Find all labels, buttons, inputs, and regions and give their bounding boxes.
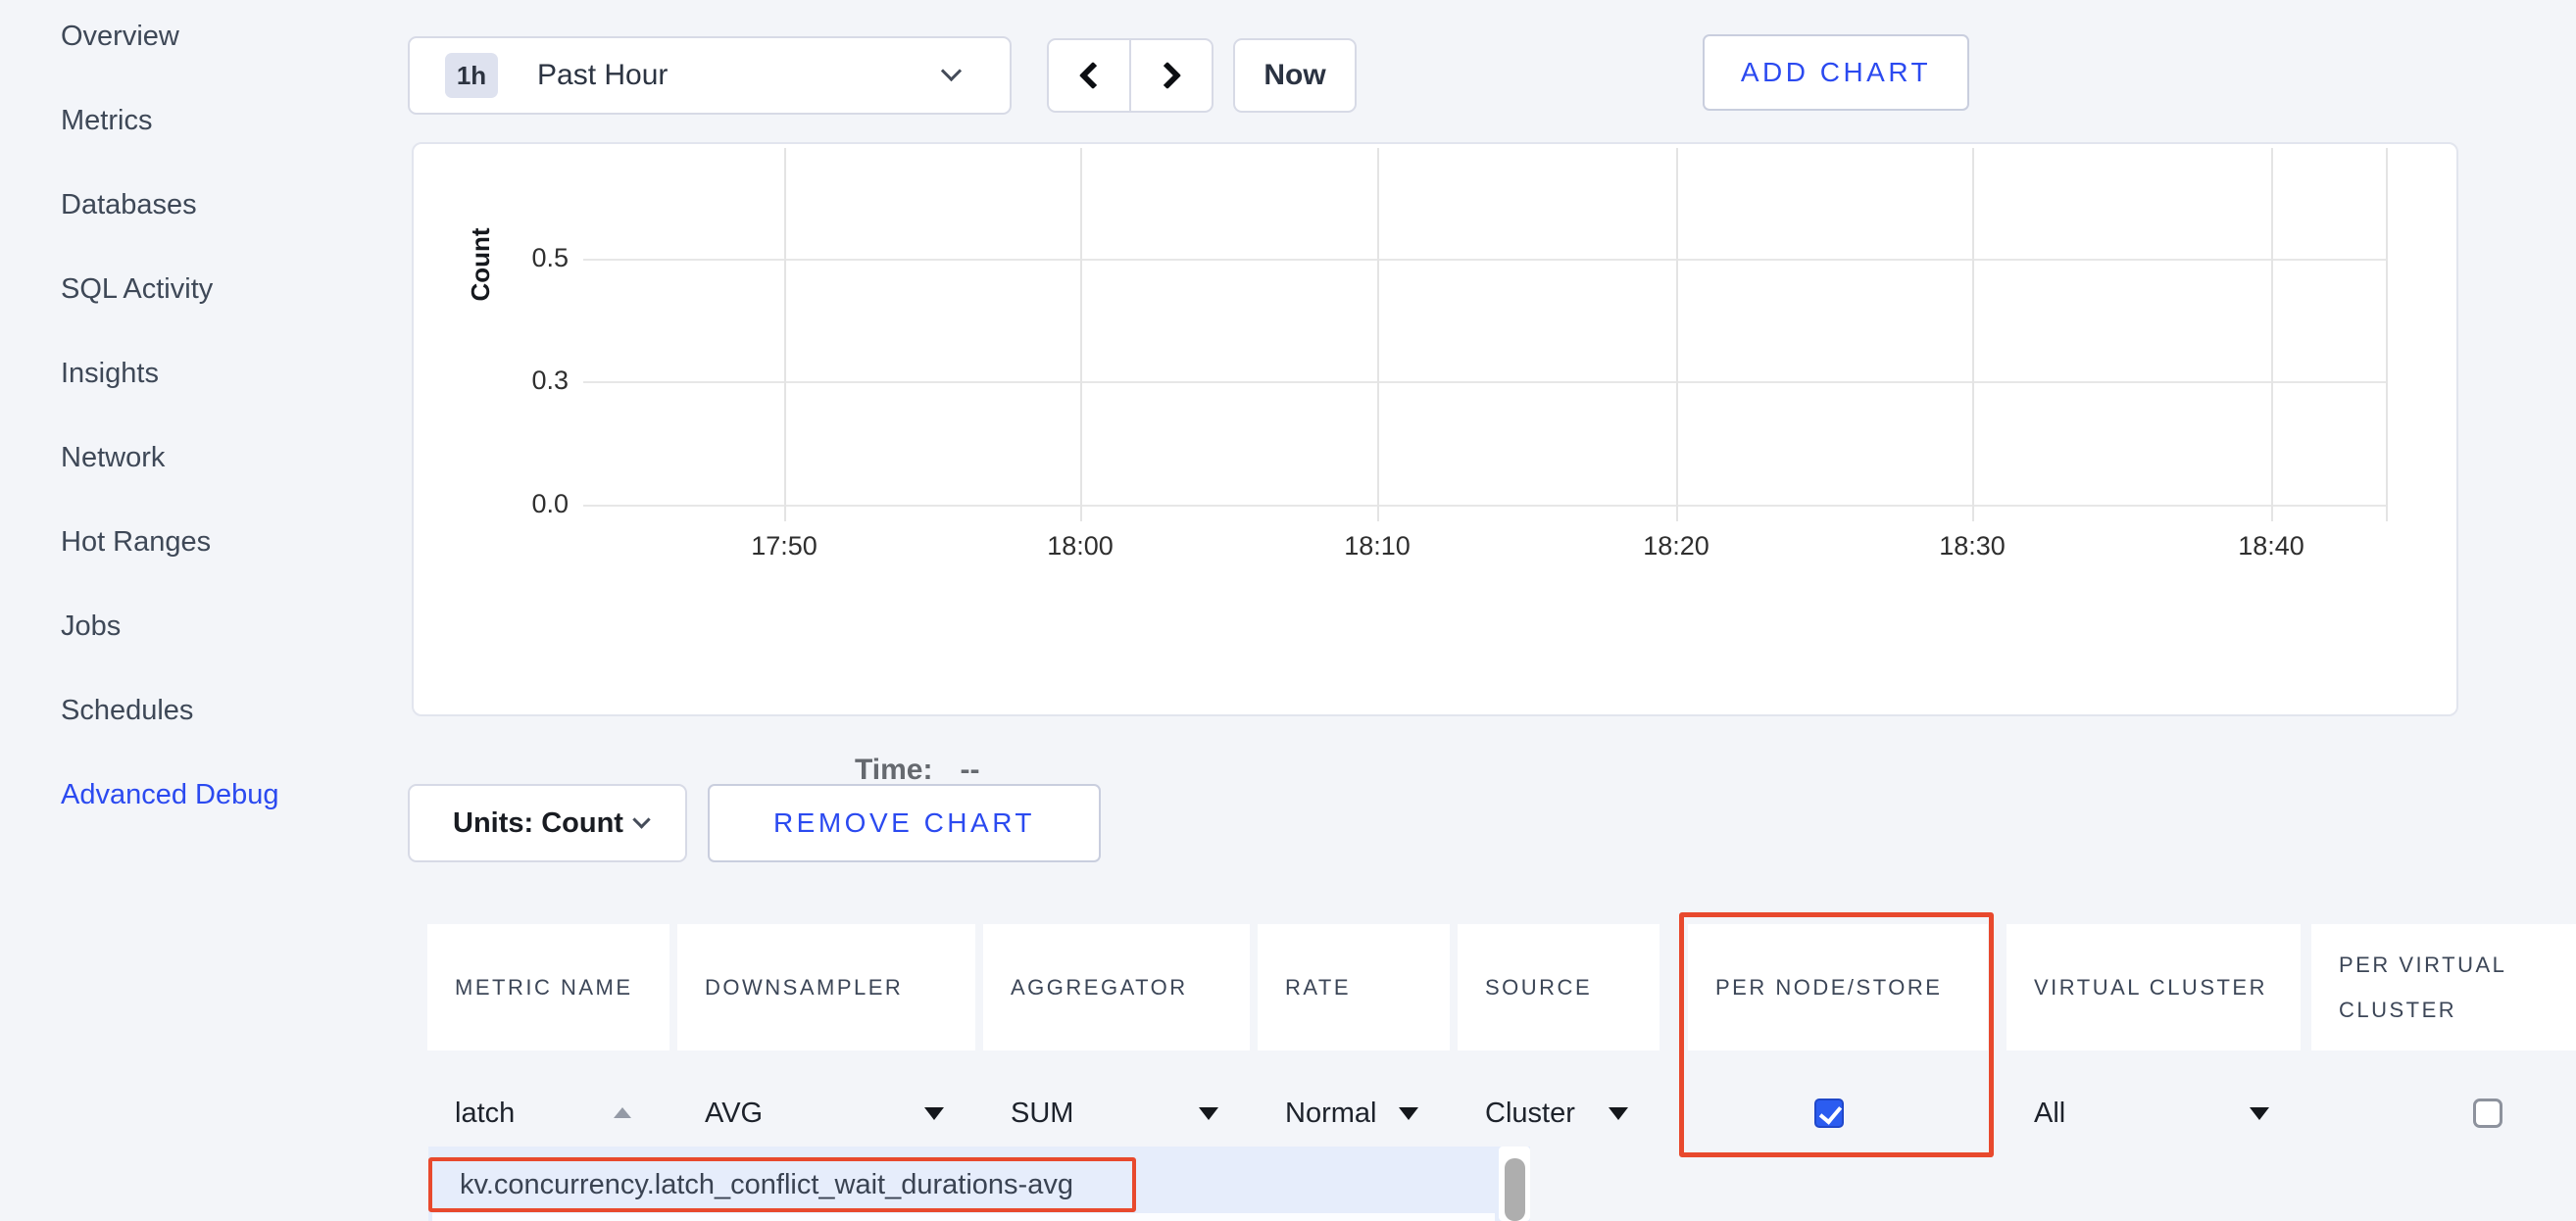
caret-down-icon xyxy=(924,1107,944,1120)
v-gridline xyxy=(1676,148,1678,521)
sidebar-item-metrics[interactable]: Metrics xyxy=(0,78,412,163)
time-range-selector[interactable]: 1h Past Hour xyxy=(408,36,1012,115)
chart-hover-time-label: Time: xyxy=(855,754,932,786)
column-header-virtual-cluster: VIRTUAL CLUSTER xyxy=(2006,924,2301,1050)
sidebar-item-sql-activity[interactable]: SQL Activity xyxy=(0,247,412,331)
virtual-cluster-dropdown[interactable]: All xyxy=(2006,1064,2301,1162)
units-dropdown-label: Units: Count xyxy=(453,807,623,840)
column-header-rate: RATE xyxy=(1258,924,1450,1050)
sidebar-item-overview[interactable]: Overview xyxy=(0,0,412,78)
column-header-metric-name: METRIC NAME xyxy=(427,924,669,1050)
prev-time-button[interactable] xyxy=(1049,40,1129,111)
metric-name-input[interactable]: latch xyxy=(455,1098,515,1130)
time-pager xyxy=(1047,38,1214,113)
v-gridline xyxy=(1972,148,1974,521)
dropdown-selected-value: All xyxy=(2034,1098,2065,1130)
chevron-right-icon xyxy=(1154,62,1181,89)
per-virtual-cluster-checkbox[interactable] xyxy=(2473,1099,2502,1128)
v-gridline xyxy=(1377,148,1379,521)
column-header-per-virtual-cluster: PER VIRTUAL CLUSTER xyxy=(2311,924,2576,1050)
chart-hover-time: Time: -- xyxy=(855,754,979,787)
y-axis-tick-label: 0.0 xyxy=(461,489,569,519)
chevron-down-icon xyxy=(941,61,962,81)
sidebar-item-databases[interactable]: Databases xyxy=(0,163,412,247)
x-axis-tick-label: 17:50 xyxy=(716,531,853,562)
sidebar-item-schedules[interactable]: Schedules xyxy=(0,668,412,753)
metric-autocomplete-dropdown: kv.concurrency.latch_conflict_wait_durat… xyxy=(428,1147,1530,1221)
time-range-badge: 1h xyxy=(445,53,498,98)
caret-up-icon xyxy=(614,1107,631,1118)
metric-suggestion-next-row[interactable] xyxy=(432,1213,1495,1221)
dropdown-selected-value: AVG xyxy=(705,1098,763,1130)
v-gridline xyxy=(1080,148,1082,521)
h-gridline xyxy=(583,259,2386,261)
chevron-left-icon xyxy=(1079,62,1107,89)
units-dropdown[interactable]: Units: Count xyxy=(408,784,687,862)
column-header-source: SOURCE xyxy=(1458,924,1660,1050)
now-button[interactable]: Now xyxy=(1233,38,1357,113)
next-time-button[interactable] xyxy=(1131,40,1212,111)
v-gridline xyxy=(2386,148,2388,521)
dropdown-scrollbar[interactable] xyxy=(1499,1147,1530,1221)
h-gridline xyxy=(583,505,2386,507)
per-virtual-cluster-cell xyxy=(2311,1064,2576,1162)
dropdown-selected-value: Normal xyxy=(1285,1098,1376,1130)
column-header-per-node-store: PER NODE/STORE xyxy=(1688,924,1988,1050)
dropdown-selected-value: Cluster xyxy=(1485,1098,1575,1130)
chart-hover-time-value: -- xyxy=(960,754,979,786)
column-header-aggregator: AGGREGATOR xyxy=(983,924,1250,1050)
column-header-downsampler: DOWNSAMPLER xyxy=(677,924,975,1050)
sidebar-item-insights[interactable]: Insights xyxy=(0,331,412,415)
chevron-down-icon xyxy=(632,810,650,828)
v-gridline xyxy=(784,148,786,521)
chart-card: Time:-- 0.50.30.017:5018:0018:1018:2018:… xyxy=(412,142,2458,716)
h-gridline xyxy=(583,381,2386,383)
x-axis-tick-label: 18:30 xyxy=(1904,531,2041,562)
metric-suggestion-item[interactable]: kv.concurrency.latch_conflict_wait_durat… xyxy=(428,1157,1136,1212)
caret-down-icon xyxy=(1199,1107,1218,1120)
x-axis-tick-label: 18:20 xyxy=(1608,531,1745,562)
sidebar-item-jobs[interactable]: Jobs xyxy=(0,584,412,668)
sidebar-item-advanced-debug[interactable]: Advanced Debug xyxy=(0,753,412,837)
time-range-label: Past Hour xyxy=(537,59,668,92)
y-axis-title: Count xyxy=(461,206,500,323)
per-node-store-cell xyxy=(1688,1064,1988,1162)
sidebar-item-hot-ranges[interactable]: Hot Ranges xyxy=(0,500,412,584)
dropdown-selected-value: SUM xyxy=(1011,1098,1073,1130)
sidebar-item-network[interactable]: Network xyxy=(0,415,412,500)
x-axis-tick-label: 18:00 xyxy=(1012,531,1149,562)
add-chart-button[interactable]: ADD CHART xyxy=(1703,34,1969,111)
remove-chart-button[interactable]: REMOVE CHART xyxy=(708,784,1101,862)
v-gridline xyxy=(2271,148,2273,521)
y-axis-tick-label: 0.3 xyxy=(461,366,569,396)
caret-down-icon xyxy=(1609,1107,1628,1120)
custom-chart-debug-page: OverviewMetricsDatabasesSQL ActivityInsi… xyxy=(0,0,2576,1221)
dropdown-scrollbar-thumb[interactable] xyxy=(1505,1158,1525,1221)
sidebar-nav: OverviewMetricsDatabasesSQL ActivityInsi… xyxy=(0,0,412,837)
x-axis-tick-label: 18:40 xyxy=(2203,531,2340,562)
per-node-store-checkbox[interactable] xyxy=(1814,1099,1844,1128)
caret-down-icon xyxy=(2250,1107,2269,1120)
caret-down-icon xyxy=(1399,1107,1418,1120)
x-axis-tick-label: 18:10 xyxy=(1309,531,1446,562)
